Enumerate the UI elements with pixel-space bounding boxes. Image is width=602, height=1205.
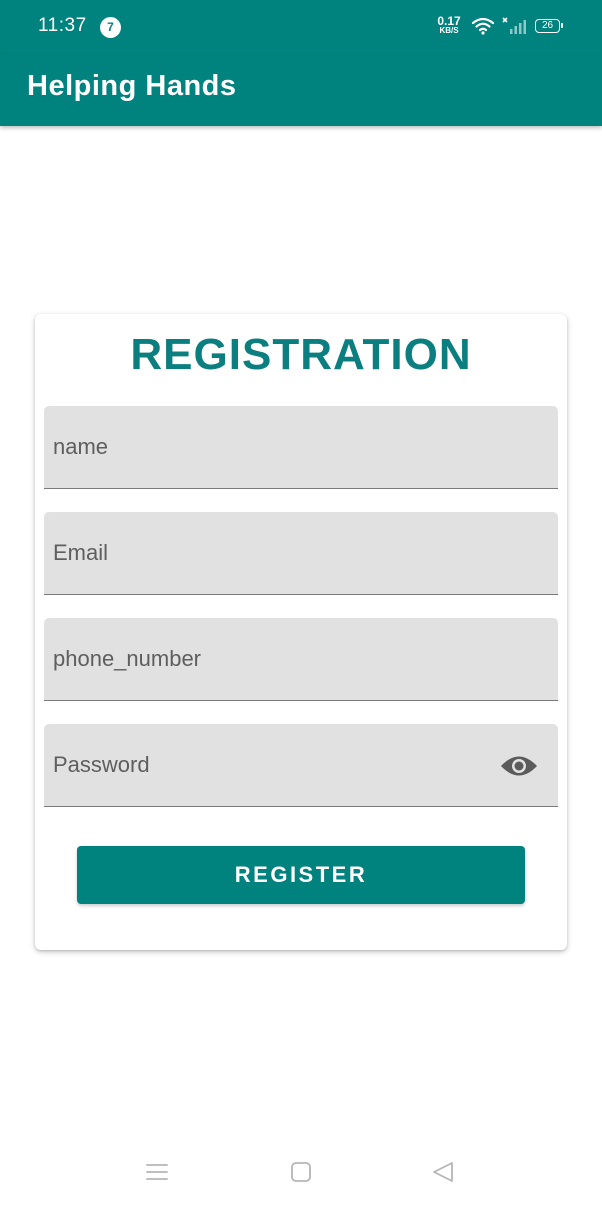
email-field (44, 512, 558, 595)
register-button[interactable]: REGISTER (77, 846, 525, 904)
battery-icon: 26 (535, 19, 563, 33)
status-time: 11:37 (38, 15, 87, 36)
eye-icon[interactable] (500, 753, 538, 779)
registration-card: REGISTRATION REGISTER (35, 314, 567, 950)
network-speed: 0.17 KB/S (436, 14, 462, 36)
phone-field (44, 618, 558, 701)
notification-badge: 7 (100, 17, 121, 38)
phone-number-input[interactable] (44, 618, 558, 700)
home-icon[interactable] (290, 1161, 312, 1183)
name-field (44, 406, 558, 489)
wifi-icon (471, 17, 495, 35)
email-input[interactable] (44, 512, 558, 594)
status-bar: 11:37 7 0.17 KB/S 26 (0, 0, 602, 54)
name-input[interactable] (44, 406, 558, 488)
network-speed-value: 0.17 (437, 14, 461, 28)
password-input[interactable] (44, 724, 558, 806)
back-icon[interactable] (431, 1160, 455, 1184)
password-field (44, 724, 558, 807)
network-speed-unit: KB/S (439, 26, 459, 35)
navigation-bar (0, 1140, 602, 1205)
app-bar: Helping Hands (0, 54, 602, 126)
registration-title: REGISTRATION (130, 330, 472, 379)
signal-icon (502, 17, 526, 34)
app-title: Helping Hands (27, 70, 237, 102)
menu-icon[interactable] (145, 1162, 169, 1182)
